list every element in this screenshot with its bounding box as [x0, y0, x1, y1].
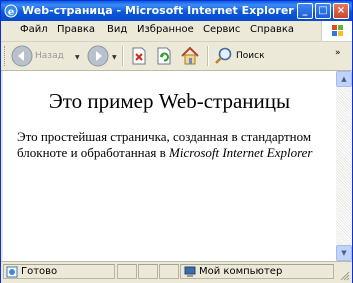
minimize-button[interactable]: _: [297, 3, 313, 19]
zone-text: Мой компьютер: [199, 266, 283, 277]
maximize-button[interactable]: □: [315, 3, 331, 19]
toolbar-separator: [122, 46, 124, 66]
menu-item-edit[interactable]: Правка: [57, 24, 95, 35]
page-heading: Это пример Web-страницы: [48, 89, 291, 113]
scroll-down-button[interactable]: ▼: [336, 245, 352, 261]
forward-button[interactable]: [87, 45, 109, 71]
stop-icon: [132, 47, 146, 65]
status-bar: Готово Мой компьютер: [1, 261, 352, 283]
svg-text:e: e: [8, 7, 14, 18]
windows-logo: [321, 21, 352, 41]
toolbar-separator: [207, 46, 209, 66]
stop-button[interactable]: [129, 46, 149, 70]
search-icon: [215, 47, 232, 64]
menu-bar: Файл Правка Вид Избранное Сервис Справка: [1, 21, 352, 42]
page-status-icon: [6, 266, 18, 278]
menu-item-favorites[interactable]: Избранное: [137, 24, 194, 35]
toolbar-chevron-icon[interactable]: »: [335, 48, 341, 58]
home-icon: [181, 46, 199, 65]
refresh-icon: [157, 47, 171, 65]
window-title: Web-страница - Microsoft Internet Explor…: [22, 4, 294, 17]
internet-explorer-icon: e: [4, 4, 18, 18]
page-body: Это простейшая страничка, созданная в ст…: [17, 129, 327, 161]
forward-dropdown-icon[interactable]: ▼: [112, 54, 117, 61]
toolbar: Назад ▼ ▼ Поиск »: [1, 42, 352, 71]
back-label[interactable]: Назад: [35, 51, 64, 61]
vertical-scrollbar[interactable]: ▲ ▼: [336, 71, 352, 261]
search-button[interactable]: [214, 46, 234, 70]
computer-icon: [184, 266, 196, 277]
back-button[interactable]: [11, 45, 33, 71]
home-button[interactable]: [179, 45, 201, 71]
menu-item-tools[interactable]: Сервис: [203, 24, 240, 35]
page-body-italic: Microsoft Internet Explorer: [169, 145, 313, 160]
refresh-button[interactable]: [154, 46, 174, 70]
title-bar[interactable]: e Web-страница - Microsoft Internet Expl…: [1, 1, 352, 21]
close-button[interactable]: ×: [333, 3, 349, 19]
status-main-cell: [3, 264, 115, 279]
menu-item-view[interactable]: Вид: [107, 24, 127, 35]
back-dropdown-icon[interactable]: ▼: [75, 54, 80, 61]
resize-grip-icon[interactable]: [339, 270, 350, 281]
scroll-track[interactable]: [337, 88, 351, 244]
menu-item-help[interactable]: Справка: [250, 24, 294, 35]
status-text: Готово: [21, 266, 58, 277]
back-arrow-icon: [11, 45, 33, 67]
toolbar-grip[interactable]: [4, 46, 8, 66]
windows-flag-icon: [332, 25, 343, 36]
browser-window: e Web-страница - Microsoft Internet Expl…: [0, 0, 353, 283]
page-content: Это пример Web-страницы Это простейшая с…: [3, 71, 336, 261]
status-cell: [159, 264, 179, 279]
menu-item-file[interactable]: Файл: [20, 24, 48, 35]
scroll-up-button[interactable]: ▲: [336, 71, 352, 87]
search-label[interactable]: Поиск: [236, 51, 265, 61]
status-cell: [138, 264, 158, 279]
forward-arrow-icon: [87, 45, 109, 67]
status-cell: [117, 264, 137, 279]
